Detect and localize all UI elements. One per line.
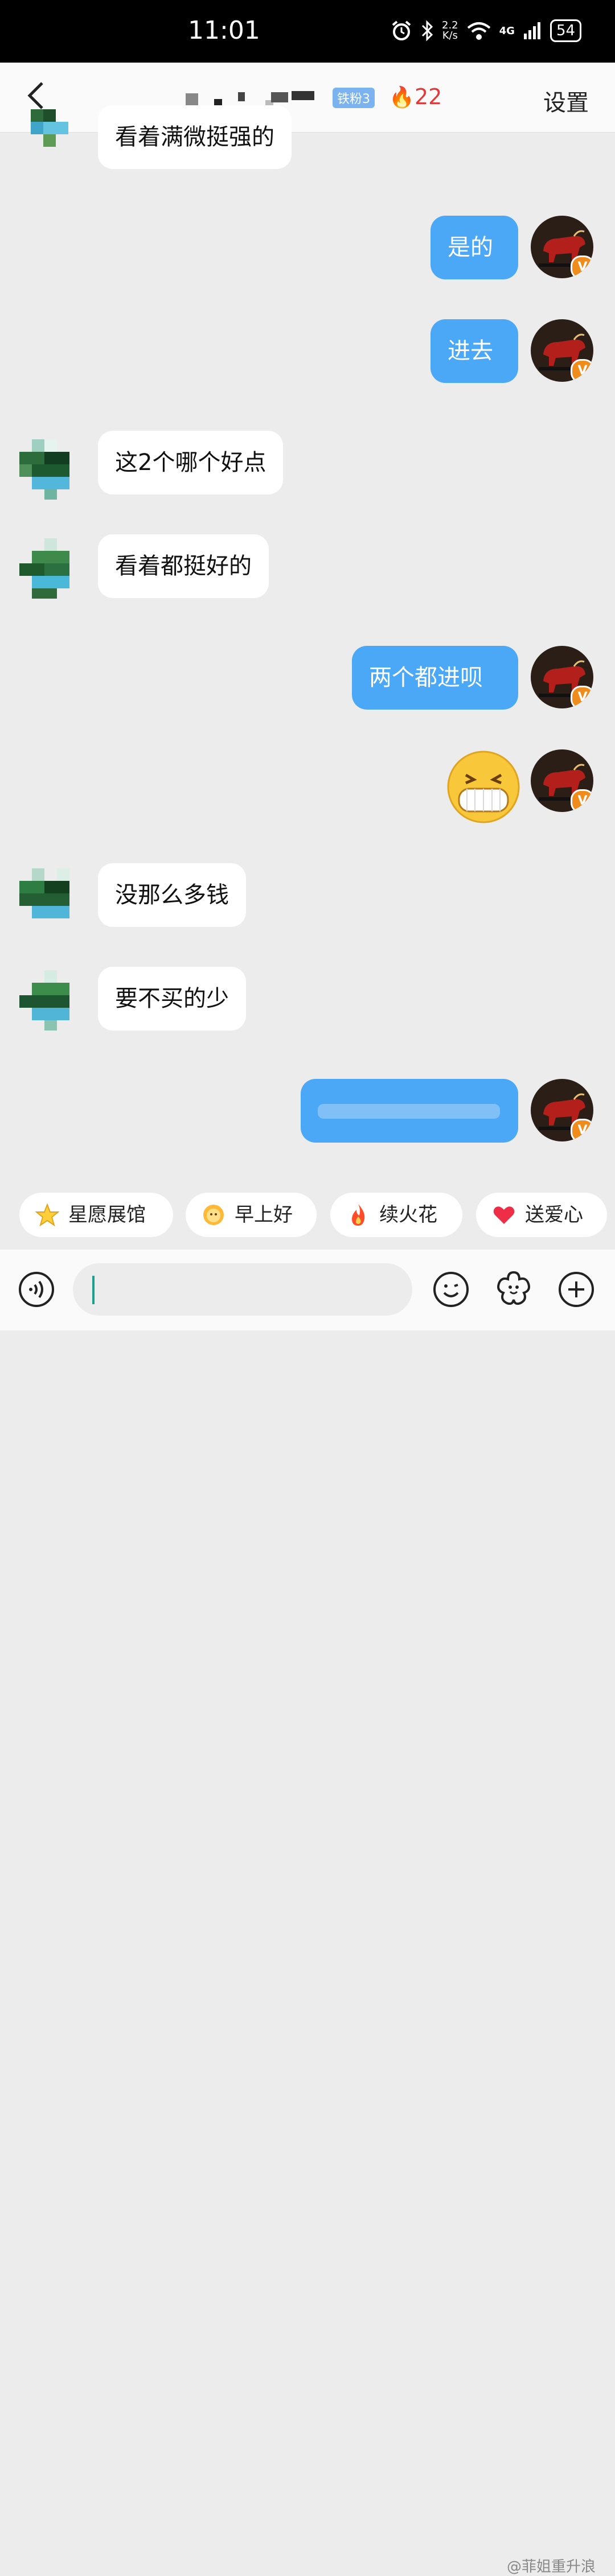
my-avatar[interactable]: V <box>531 319 593 382</box>
verified-badge: V <box>571 686 593 708</box>
grinning-face-emoji[interactable] <box>446 750 520 824</box>
message-bubble-incoming[interactable]: 要不买的少 <box>98 967 246 1031</box>
sun-face-icon <box>203 1205 224 1225</box>
status-icons: 2.2 K/s 4G 54 <box>391 19 582 42</box>
message-bubble-outgoing[interactable] <box>301 1079 518 1143</box>
battery-icon: 54 <box>550 19 582 42</box>
contact-avatar[interactable] <box>19 970 82 1033</box>
settings-button[interactable]: 设置 <box>543 84 589 117</box>
message-bubble-incoming[interactable]: 看着满微挺强的 <box>98 105 292 169</box>
quick-reply-star[interactable]: 星愿展馆 <box>19 1193 173 1237</box>
contact-avatar[interactable] <box>19 439 82 502</box>
voice-icon[interactable] <box>18 1271 55 1308</box>
plus-circle-icon[interactable] <box>558 1271 594 1308</box>
my-avatar[interactable]: V <box>531 749 593 812</box>
flame-icon: 🔥 <box>389 86 415 109</box>
my-avatar[interactable]: V <box>531 646 593 708</box>
network-type: 4G <box>499 24 515 37</box>
verified-badge: V <box>571 255 593 278</box>
message-bubble-incoming[interactable]: 这2个哪个好点 <box>98 431 284 494</box>
message-bubble-outgoing[interactable]: 两个都进呗 <box>352 646 518 710</box>
star-icon <box>35 1203 59 1227</box>
spark-count: 22 <box>415 84 442 109</box>
message-bubble-incoming[interactable]: 看着都挺好的 <box>98 534 269 598</box>
chat-header: 铁粉3 🔥 22 设置 <box>0 63 615 133</box>
smile-icon[interactable] <box>433 1271 469 1308</box>
message-input-bar: @菲姐重升浪 <box>0 1250 615 2575</box>
blurred-text <box>318 1104 500 1119</box>
contact-avatar[interactable] <box>19 538 82 601</box>
alarm-icon <box>392 20 411 40</box>
flame-icon <box>352 1204 365 1226</box>
my-avatar[interactable]: V <box>531 1079 593 1141</box>
verified-badge: V <box>571 1119 593 1141</box>
signal-icon <box>523 22 540 39</box>
heart-icon <box>493 1206 515 1224</box>
net-speed: 2.2 K/s <box>442 19 458 42</box>
chevron-left-icon[interactable] <box>19 79 54 113</box>
wifi-icon <box>467 22 490 40</box>
bluetooth-icon <box>421 20 433 42</box>
contact-avatar[interactable] <box>19 109 82 172</box>
status-bar: 11:01 2.2 K/s 4G 54 <box>0 0 615 63</box>
message-bubble-outgoing[interactable]: 进去 <box>430 319 518 383</box>
message-input[interactable] <box>73 1263 412 1316</box>
fan-level-badge: 铁粉3 <box>333 88 375 108</box>
quick-reply-spark[interactable]: 续火花 <box>330 1193 462 1237</box>
contact-avatar[interactable] <box>19 868 82 931</box>
verified-badge: V <box>571 789 593 812</box>
quick-reply-heart[interactable]: 送爱心 <box>476 1193 607 1237</box>
message-bubble-incoming[interactable]: 没那么多钱 <box>98 863 246 927</box>
verified-badge: V <box>571 359 593 382</box>
status-time: 11:01 <box>188 16 260 45</box>
text-cursor <box>92 1276 95 1304</box>
my-avatar[interactable]: V <box>531 216 593 278</box>
watermark: @菲姐重升浪 <box>507 2558 596 2575</box>
message-bubble-outgoing[interactable]: 是的 <box>430 216 518 279</box>
flower-icon[interactable] <box>495 1270 532 1306</box>
quick-reply-good-morning[interactable]: 早上好 <box>186 1193 317 1237</box>
